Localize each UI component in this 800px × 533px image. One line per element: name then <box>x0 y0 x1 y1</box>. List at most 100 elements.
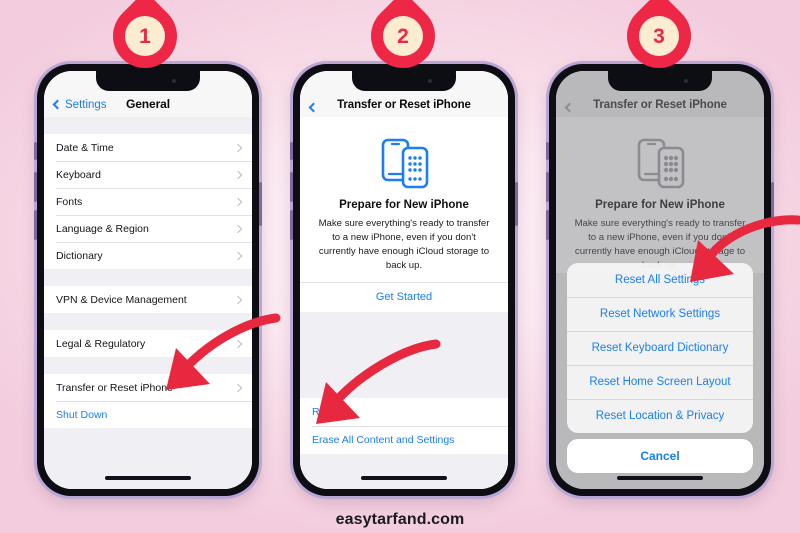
chevron-left-icon <box>308 102 319 113</box>
chevron-right-icon <box>233 339 243 348</box>
action-reset-keyboard-dictionary[interactable]: Reset Keyboard Dictionary <box>567 331 753 365</box>
home-indicator <box>361 476 447 480</box>
site-watermark: easytarfand.com <box>335 511 465 528</box>
two-iphones-icon <box>632 135 688 191</box>
two-iphones-icon <box>376 135 432 191</box>
action-reset-home-screen-layout[interactable]: Reset Home Screen Layout <box>567 365 753 399</box>
list-gap <box>44 313 252 330</box>
sidebar-item-dictionary[interactable]: Dictionary <box>44 242 252 269</box>
settings-group-3: Legal & Regulatory <box>44 330 252 357</box>
badge-number-1: 1 <box>139 24 151 48</box>
volume-up-button[interactable] <box>546 172 549 202</box>
front-camera-icon <box>684 79 688 83</box>
reset-action-sheet: Reset All Settings Reset Network Setting… <box>563 263 757 473</box>
reset-row[interactable]: Reset <box>300 397 508 426</box>
phone-mockup-step-2: Transfer or Reset iPhone Prepare for New… <box>290 64 518 496</box>
back-button[interactable] <box>308 102 321 113</box>
badge-disc-3: 3 <box>639 16 679 56</box>
sidebar-item-language-region[interactable]: Language & Region <box>44 215 252 242</box>
row-label: Shut Down <box>56 408 108 421</box>
row-label: Transfer or Reset iPhone <box>56 381 173 394</box>
row-label: Keyboard <box>56 168 101 181</box>
reset-options-group: Reset Erase All Content and Settings <box>300 397 508 454</box>
row-label: VPN & Device Management <box>56 293 187 306</box>
notch <box>608 71 712 91</box>
phone-mockup-step-3: Transfer or Reset iPhone Prepare for New… <box>546 64 774 496</box>
mute-switch[interactable] <box>290 142 293 160</box>
notch <box>352 71 456 91</box>
power-button[interactable] <box>259 182 262 226</box>
settings-group-2: VPN & Device Management <box>44 286 252 313</box>
volume-up-button[interactable] <box>34 172 37 202</box>
hero-heading: Prepare for New iPhone <box>339 199 469 211</box>
back-button-label: Settings <box>65 99 107 111</box>
hero-heading: Prepare for New iPhone <box>595 199 725 211</box>
back-button-settings[interactable]: Settings <box>52 99 107 111</box>
chevron-left-icon <box>52 99 63 110</box>
volume-down-button[interactable] <box>546 210 549 240</box>
power-button[interactable] <box>771 182 774 226</box>
step-badge-2: 2 <box>357 0 449 82</box>
chevron-right-icon <box>233 170 243 179</box>
prepare-hero-card: Prepare for New iPhone Make sure everyth… <box>300 117 508 312</box>
front-camera-icon <box>428 79 432 83</box>
chevron-right-icon <box>233 197 243 206</box>
front-camera-icon <box>172 79 176 83</box>
power-button[interactable] <box>515 182 518 226</box>
cancel-button[interactable]: Cancel <box>567 439 753 473</box>
notch <box>96 71 200 91</box>
mute-switch[interactable] <box>34 142 37 160</box>
home-indicator <box>617 476 703 480</box>
transfer-reset-page: Prepare for New iPhone Make sure everyth… <box>300 117 508 489</box>
page-title-transfer-reset: Transfer or Reset iPhone <box>593 99 727 111</box>
sidebar-item-vpn-device-management[interactable]: VPN & Device Management <box>44 286 252 313</box>
phone-screen-step-1: General Settings Date & Time Keyboard Fo… <box>44 71 252 489</box>
sidebar-item-date-time[interactable]: Date & Time <box>44 134 252 161</box>
row-label: Language & Region <box>56 222 149 235</box>
settings-group-1: Date & Time Keyboard Fonts Language & Re… <box>44 134 252 269</box>
row-label: Dictionary <box>56 249 103 262</box>
erase-all-content-row[interactable]: Erase All Content and Settings <box>300 425 508 454</box>
volume-down-button[interactable] <box>34 210 37 240</box>
volume-down-button[interactable] <box>290 210 293 240</box>
sidebar-item-shut-down[interactable]: Shut Down <box>44 401 252 428</box>
badge-number-3: 3 <box>653 24 665 48</box>
step-badge-3: 3 <box>613 0 705 82</box>
settings-group-4: Transfer or Reset iPhone Shut Down <box>44 374 252 428</box>
back-button[interactable] <box>564 102 577 113</box>
mute-switch[interactable] <box>546 142 549 160</box>
chevron-right-icon <box>233 143 243 152</box>
sidebar-item-legal-regulatory[interactable]: Legal & Regulatory <box>44 330 252 357</box>
tutorial-stage: 1 2 3 General Settings Date & Time Keybo… <box>0 0 800 533</box>
sidebar-item-keyboard[interactable]: Keyboard <box>44 161 252 188</box>
action-reset-location-privacy[interactable]: Reset Location & Privacy <box>567 399 753 433</box>
volume-up-button[interactable] <box>290 172 293 202</box>
chevron-right-icon <box>233 251 243 260</box>
action-reset-network-settings[interactable]: Reset Network Settings <box>567 297 753 331</box>
home-indicator <box>105 476 191 480</box>
row-label: Legal & Regulatory <box>56 337 146 350</box>
step-badge-1: 1 <box>99 0 191 82</box>
sidebar-item-fonts[interactable]: Fonts <box>44 188 252 215</box>
badge-disc-2: 2 <box>383 16 423 56</box>
sidebar-item-transfer-or-reset-iphone[interactable]: Transfer or Reset iPhone <box>44 374 252 401</box>
chevron-right-icon <box>233 224 243 233</box>
settings-list-general: Date & Time Keyboard Fonts Language & Re… <box>44 117 252 489</box>
get-started-button[interactable]: Get Started <box>314 283 494 312</box>
page-tail <box>300 453 508 478</box>
phone-mockup-step-1: General Settings Date & Time Keyboard Fo… <box>34 64 262 496</box>
phone-screen-step-3: Transfer or Reset iPhone Prepare for New… <box>556 71 764 489</box>
badge-disc-1: 1 <box>125 16 165 56</box>
action-reset-all-settings[interactable]: Reset All Settings <box>567 263 753 297</box>
row-label: Fonts <box>56 195 83 208</box>
prepare-hero-card: Prepare for New iPhone Make sure everyth… <box>556 117 764 273</box>
list-gap <box>44 269 252 286</box>
list-gap <box>44 117 252 134</box>
chevron-right-icon <box>233 383 243 392</box>
hero-description: Make sure everything's ready to transfer… <box>318 218 490 271</box>
badge-number-2: 2 <box>397 24 409 48</box>
list-gap <box>44 357 252 374</box>
row-label: Date & Time <box>56 141 114 154</box>
chevron-left-icon <box>564 102 575 113</box>
action-sheet-options: Reset All Settings Reset Network Setting… <box>567 263 753 433</box>
